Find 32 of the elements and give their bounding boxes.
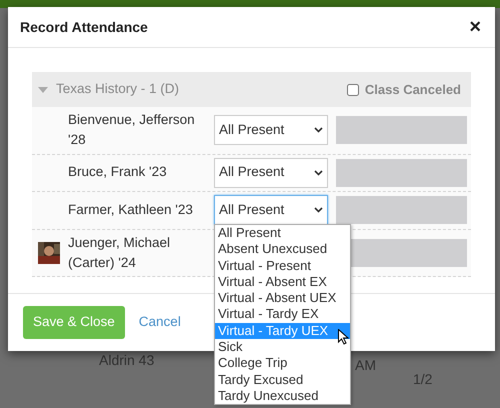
dropdown-option[interactable]: Virtual - Present <box>215 258 350 274</box>
chevron-icon <box>314 170 323 176</box>
background-text: 1/2 <box>413 370 432 389</box>
student-name: Farmer, Kathleen '23 <box>67 200 194 219</box>
dropdown-option[interactable]: Tardy Excused <box>215 372 350 388</box>
dropdown-option[interactable]: Tardy Unexcused <box>215 388 350 404</box>
student-name: Juenger, Michael (Carter) '24 <box>67 234 172 272</box>
class-canceled-checkbox[interactable] <box>346 84 359 96</box>
modal-title: Record Attendance <box>20 18 148 36</box>
dropdown-option[interactable]: Sick <box>215 339 350 356</box>
caret-icon[interactable] <box>38 86 48 92</box>
student-name: Bruce, Frank '23 <box>67 163 168 182</box>
dropdown-option[interactable]: Virtual - Absent UEX <box>215 290 350 306</box>
note-field[interactable] <box>336 116 467 144</box>
close-button[interactable]: × <box>469 17 481 37</box>
checkbox-label: Class Canceled <box>364 80 461 99</box>
status-select[interactable]: All Present <box>214 115 328 146</box>
dropdown-option[interactable]: Virtual - Tardy EX <box>215 306 350 323</box>
dropdown-option[interactable]: Virtual - Absent EX <box>215 274 350 290</box>
student-name: Bienvenue, Jefferson '28 <box>67 111 196 150</box>
background-text: Aldrin 43 <box>99 351 154 370</box>
dropdown-option[interactable]: All Present <box>215 225 350 242</box>
status-select[interactable]: All Present <box>214 195 328 225</box>
dropdown-option[interactable]: College Trip <box>215 355 350 372</box>
note-field[interactable] <box>336 158 467 186</box>
chevron-icon <box>314 207 323 213</box>
note-field[interactable] <box>336 196 467 224</box>
dropdown-option[interactable]: Absent Unexcused <box>215 241 350 258</box>
status-select[interactable]: All Present <box>214 158 328 188</box>
section-title: Texas History - 1 (D) <box>56 80 180 98</box>
background-text: AM <box>355 356 376 375</box>
chevron-icon <box>314 127 323 134</box>
